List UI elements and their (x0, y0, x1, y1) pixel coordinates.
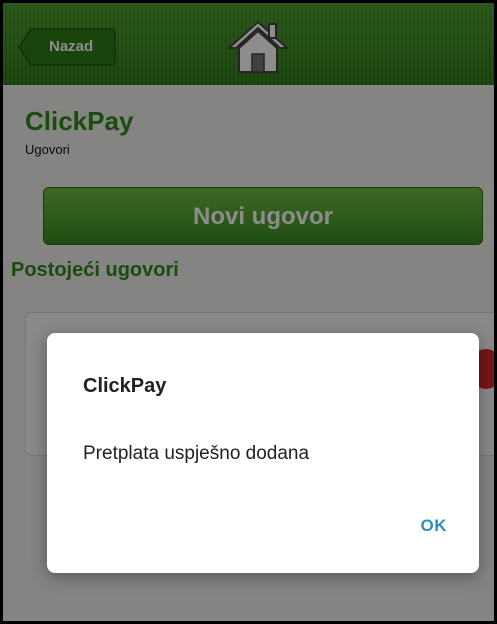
ok-button[interactable]: OK (421, 516, 448, 536)
dialog-title: ClickPay (83, 375, 167, 397)
alert-dialog: ClickPay Pretplata uspješno dodana OK (47, 333, 479, 573)
app-screen: Nazad ClickPay Ugovori Novi ugovor Posto… (0, 0, 497, 624)
dialog-message: Pretplata uspješno dodana (83, 443, 310, 464)
